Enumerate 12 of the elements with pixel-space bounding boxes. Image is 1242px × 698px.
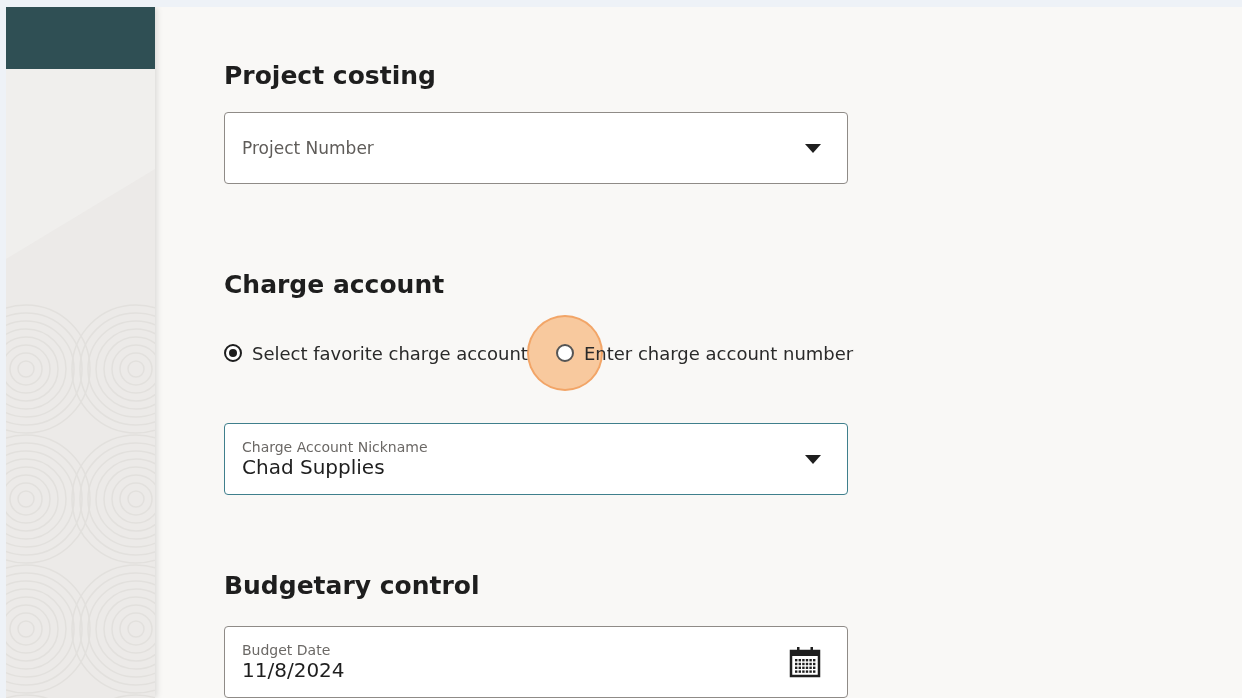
budget-date-field[interactable]: Budget Date 11/8/2024 <box>224 626 848 698</box>
radio-option[interactable]: Select favorite charge account <box>224 342 532 364</box>
section-heading: Budgetary control <box>224 570 481 602</box>
caret-icon <box>805 143 821 153</box>
caret-icon <box>805 454 821 464</box>
calendar-icon[interactable] <box>789 646 821 678</box>
radio-button[interactable] <box>224 344 242 362</box>
nickname-dropdown[interactable]: Charge Account Nickname Chad Supplies <box>224 423 848 495</box>
project-number-dropdown[interactable]: Project Number <box>224 112 848 184</box>
section-heading: Project costing <box>224 60 437 92</box>
section-heading: Charge account <box>224 269 446 301</box>
radio-button[interactable] <box>555 344 574 362</box>
